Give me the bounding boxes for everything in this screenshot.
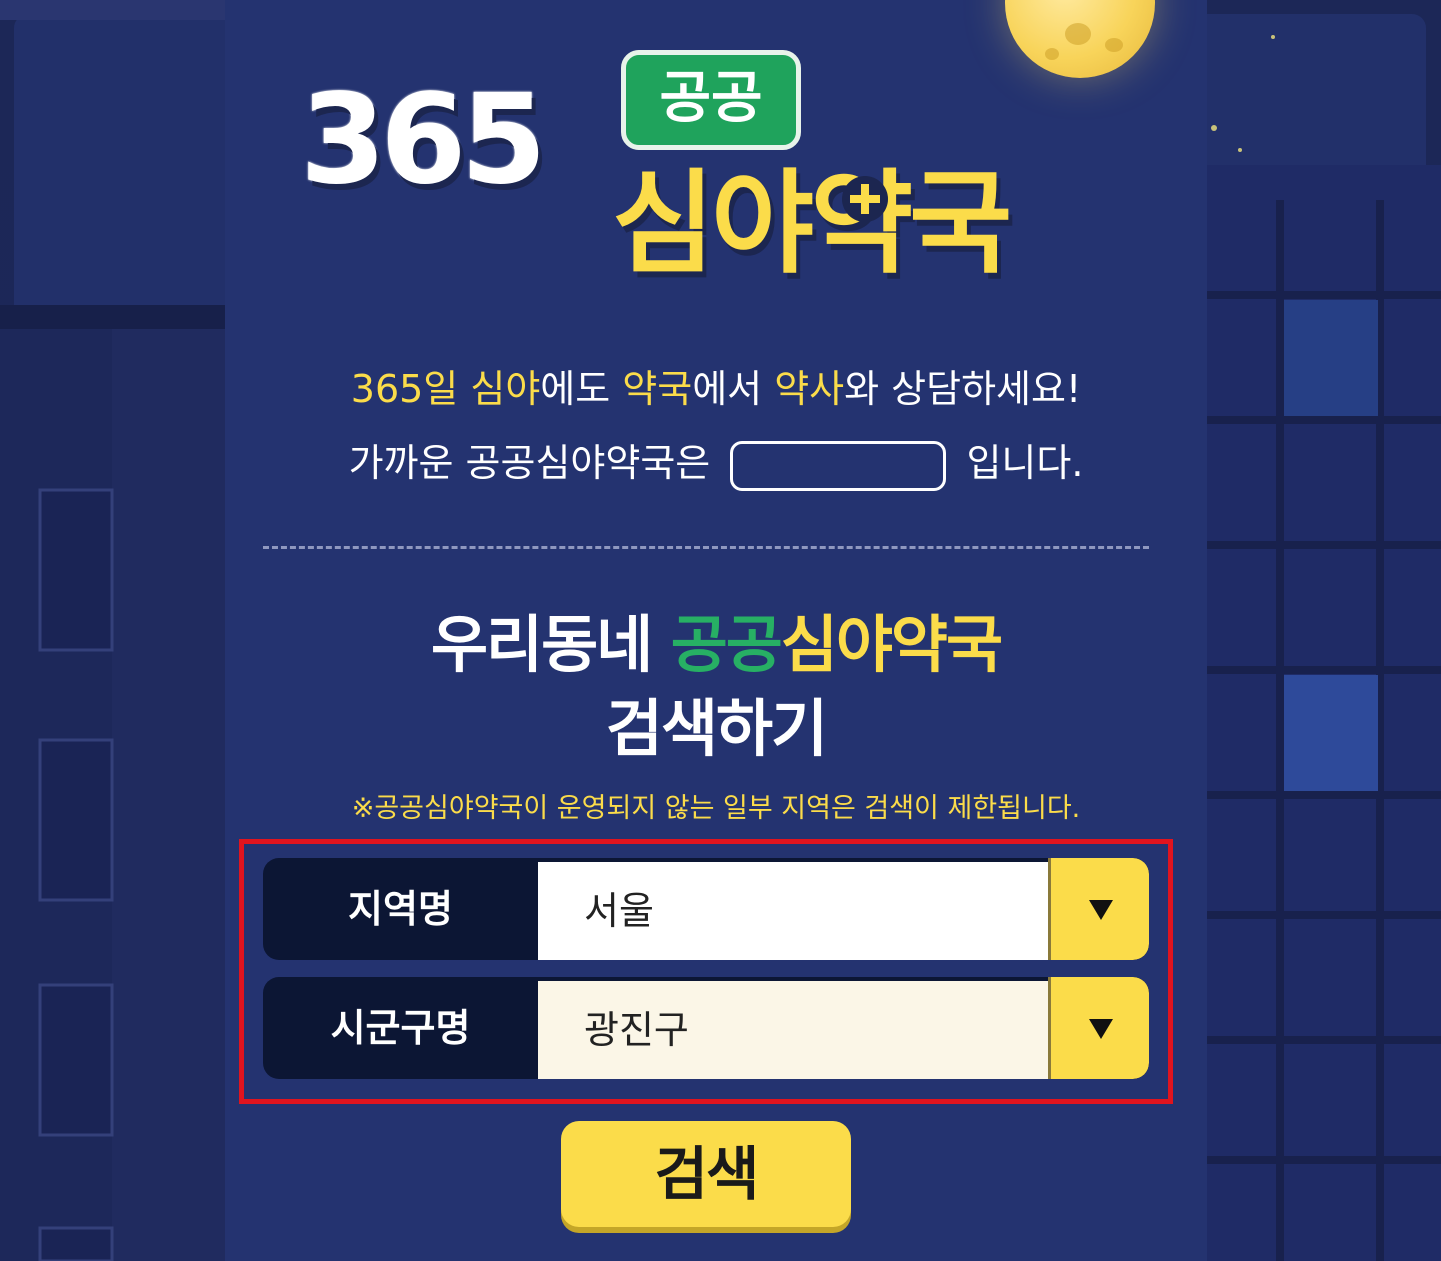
intro-text: 에서 <box>692 367 775 411</box>
intro-text: 약사 <box>774 367 845 411</box>
search-button[interactable]: 검색 <box>561 1121 851 1227</box>
region-field: 지역명 서울 <box>263 858 1149 960</box>
logo-title: 심야약국 <box>612 159 1012 289</box>
intro-text: 심야 <box>470 367 541 411</box>
district-field: 시군구명 광진구 <box>263 977 1149 1079</box>
intro-text: 입니다. <box>966 441 1084 485</box>
intro-text: 가까운 공공심야약국은 <box>348 441 711 485</box>
district-dropdown-button[interactable] <box>1048 977 1149 1079</box>
region-dropdown-button[interactable] <box>1048 858 1149 960</box>
intro-text: 약국 <box>622 367 693 411</box>
intro-text: 365일 <box>350 367 471 411</box>
triangle-down-icon <box>1089 1019 1113 1039</box>
logo-badge: 공공 <box>621 50 801 150</box>
intro-line-2: 가까운 공공심야약국은 입니다. <box>225 432 1207 491</box>
dashed-divider <box>263 546 1149 549</box>
intro-text: 에도 <box>540 367 623 411</box>
region-select[interactable]: 서울 <box>538 862 1048 960</box>
search-notice: ※공공심야약국이 운영되지 않는 일부 지역은 검색이 제한됩니다. <box>351 793 1081 824</box>
search-heading-line-2: 검색하기 <box>605 692 828 765</box>
search-heading-text: 심야약국 <box>780 608 1003 681</box>
search-heading-text: 공공 <box>670 608 783 681</box>
intro-line-1: 365일 심야에도 약국에서 약사와 상담하세요! <box>225 358 1207 413</box>
nearest-pharmacy-blank <box>730 440 947 491</box>
district-label: 시군구명 <box>330 1006 471 1050</box>
intro-text: 와 상담하세요! <box>844 367 1082 411</box>
search-heading: 우리동네 공공심야약국 <box>225 594 1207 684</box>
logo-number: 365 <box>300 68 547 212</box>
region-label: 지역명 <box>348 887 453 931</box>
triangle-down-icon <box>1089 900 1113 920</box>
pharmacy-cross-icon <box>842 176 888 222</box>
district-select[interactable]: 광진구 <box>538 981 1048 1079</box>
search-heading-text: 우리동네 <box>430 608 671 681</box>
